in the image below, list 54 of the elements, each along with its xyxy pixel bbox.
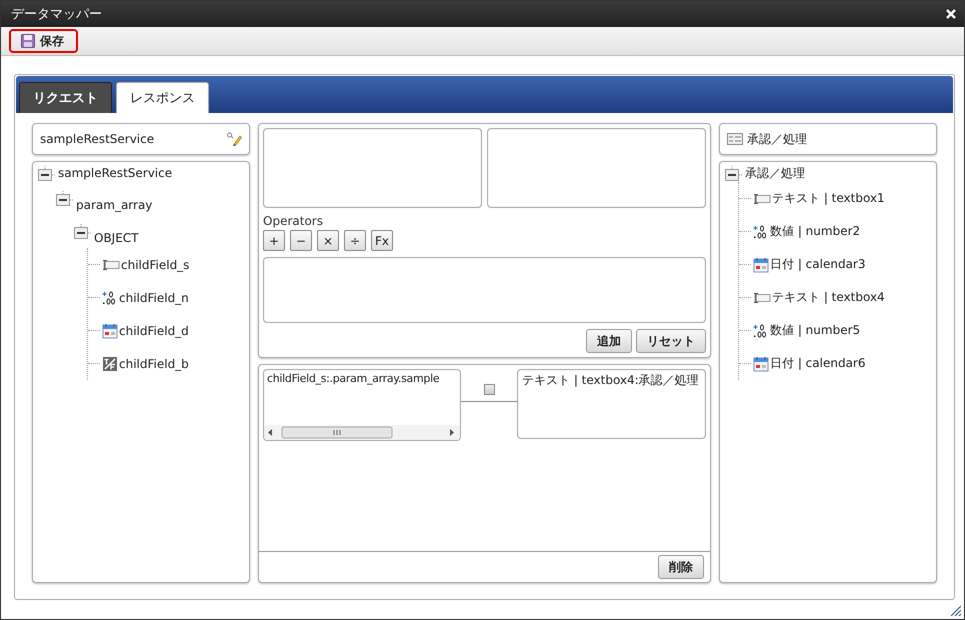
textbox-icon	[102, 258, 120, 270]
target-field-box[interactable]	[487, 128, 706, 208]
operator-button[interactable]: Fx	[371, 230, 393, 252]
collapse-icon[interactable]	[74, 224, 92, 239]
mapping-target-text: テキスト | textbox4:承認／処理	[522, 373, 699, 387]
tree-item[interactable]: OBJECT	[94, 230, 139, 244]
tree-item[interactable]: childField_d	[119, 324, 189, 338]
tree-item[interactable]: childField_b	[119, 356, 189, 370]
expression-field[interactable]	[263, 257, 706, 323]
textbox-icon	[753, 292, 771, 304]
action-button[interactable]: 追加	[586, 329, 632, 353]
collapse-icon[interactable]	[38, 166, 56, 180]
tree-item[interactable]: 数値 | number5	[770, 322, 860, 339]
operator-button[interactable]: −	[290, 230, 312, 252]
decimal-number-icon	[753, 324, 769, 338]
tree-item[interactable]: テキスト | textbox1	[772, 190, 885, 207]
key-pencil-icon[interactable]	[226, 131, 242, 147]
delete-button[interactable]: 削除	[658, 555, 704, 579]
horizontal-scrollbar[interactable]	[264, 425, 460, 440]
tree-item[interactable]: param_array	[76, 198, 152, 212]
operator-button[interactable]: ×	[317, 230, 339, 252]
source-field-box[interactable]	[263, 128, 482, 208]
decimal-number-icon	[753, 224, 769, 238]
calendar-icon	[753, 256, 769, 272]
action-button[interactable]: リセット	[636, 329, 706, 353]
tree-item[interactable]: sampleRestService	[58, 166, 172, 180]
tab[interactable]: リクエスト	[19, 82, 112, 113]
tree-item[interactable]: テキスト | textbox4	[772, 289, 885, 306]
tree-item[interactable]: 日付 | calendar6	[770, 355, 866, 372]
textbox-icon	[753, 192, 771, 204]
decimal-number-icon	[102, 290, 118, 304]
true-false-icon	[102, 356, 118, 372]
operators-label: Operators	[263, 214, 324, 228]
target-title: 承認／処理	[747, 130, 807, 148]
window-title: データマッパー	[11, 6, 102, 23]
tab[interactable]: レスポンス	[116, 82, 209, 113]
collapse-icon[interactable]	[56, 191, 74, 206]
source-title: sampleRestService	[40, 132, 154, 146]
close-icon[interactable]	[946, 9, 956, 19]
checkbox[interactable]	[484, 384, 494, 395]
collapse-icon[interactable]	[725, 166, 743, 180]
calendar-icon	[753, 356, 769, 372]
tree-item[interactable]: 承認／処理	[745, 164, 805, 182]
mapping-source-text: childField_s:.param_array.sample	[266, 371, 440, 387]
save-button[interactable]: 保存	[9, 29, 78, 53]
calendar-icon	[102, 322, 118, 338]
form-icon	[727, 133, 743, 145]
resize-grip-icon[interactable]	[950, 605, 961, 616]
tree-item[interactable]: 日付 | calendar3	[770, 256, 866, 273]
operator-button[interactable]: ÷	[344, 230, 366, 252]
tree-item[interactable]: childField_n	[119, 290, 189, 304]
operator-button[interactable]: +	[263, 230, 285, 252]
tree-item[interactable]: 数値 | number2	[770, 223, 860, 240]
tree-item[interactable]: childField_s	[121, 258, 190, 272]
